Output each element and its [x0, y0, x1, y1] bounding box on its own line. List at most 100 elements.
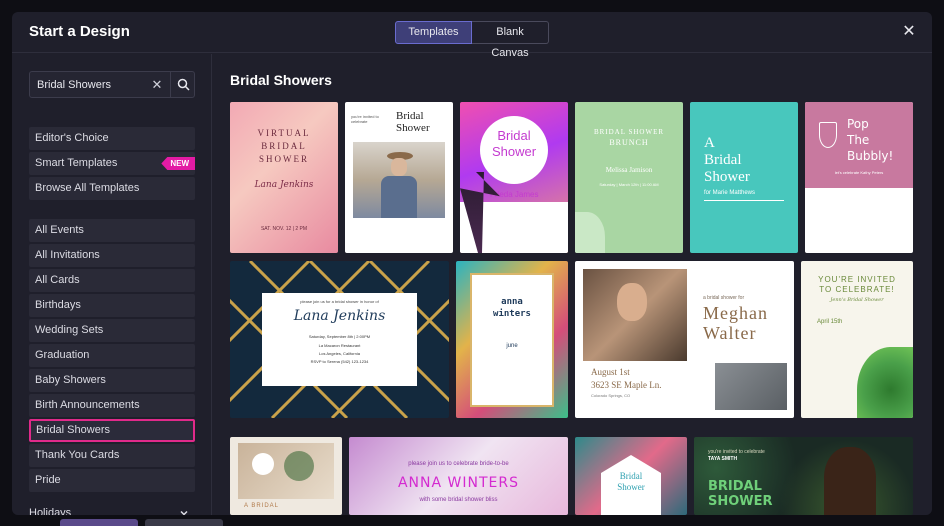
sidebar-item-label: Birthdays — [35, 299, 81, 311]
sidebar-item-label: Graduation — [35, 349, 90, 361]
card-heading: Shower — [491, 144, 537, 159]
card-heading: Shower — [396, 122, 430, 134]
card-heading: Walter — [703, 323, 757, 343]
card-date: june — [506, 343, 518, 349]
sidebar-item-birth-announcements[interactable]: Birth Announcements — [29, 394, 195, 417]
sidebar-item-bridal-showers[interactable]: Bridal Showers — [29, 419, 195, 442]
sidebar-item-graduation[interactable]: Graduation — [29, 344, 195, 367]
card-heading: Bridal — [497, 128, 531, 143]
search-input[interactable] — [30, 72, 148, 97]
template-card-pop-the-bubbly[interactable]: Pop The Bubbly! let's celebrate Kathy Pe… — [805, 102, 913, 253]
card-name: Melissa Jamison — [605, 166, 653, 174]
tab-blank-canvas[interactable]: Blank Canvas — [472, 21, 549, 59]
sidebar-item-label: Pride — [35, 474, 61, 486]
search-box: ✕ — [29, 71, 195, 98]
card-heading: The — [847, 133, 870, 147]
nav-group-categories: All Events All Invitations All Cards Bir… — [29, 219, 195, 494]
clear-search-icon[interactable]: ✕ — [150, 77, 164, 93]
template-card-anna-winters-floral[interactable]: anna winters june — [456, 261, 568, 418]
card-heading: YOU'RE INVITED — [818, 275, 896, 284]
card-heading: SHOWER — [259, 154, 309, 164]
template-card-anna-winters-watercolor[interactable]: please join us to celebrate bride-to-be … — [349, 437, 568, 515]
card-panel: please join us for a bridal shower in ho… — [262, 293, 417, 386]
face-shape — [391, 158, 407, 176]
background-tab — [60, 519, 138, 526]
card-rsvp: RSVP to Serena (542) 123-1234 — [310, 359, 369, 364]
card-heading: Shower — [617, 482, 645, 492]
template-card-bridal-shower-photo[interactable]: you're invited to celebrate Bridal Showe… — [345, 102, 453, 253]
card-name: Lana Jenkins — [293, 308, 386, 324]
sidebar-item-all-cards[interactable]: All Cards — [29, 269, 195, 292]
sidebar-item-browse-all[interactable]: Browse All Templates — [29, 177, 195, 200]
sidebar-item-baby-showers[interactable]: Baby Showers — [29, 369, 195, 392]
search-button[interactable] — [170, 72, 195, 97]
template-card-virtual-bridal-shower[interactable]: VIRTUAL BRIDAL SHOWER Lana Jenkins SAT. … — [230, 102, 338, 253]
close-icon[interactable]: ✕ — [900, 23, 918, 41]
card-name: for Marie Matthews — [704, 190, 756, 196]
sidebar-item-editors-choice[interactable]: Editor's Choice — [29, 127, 195, 150]
card-photo — [583, 269, 687, 361]
portrait-shape — [824, 447, 876, 515]
sidebar-section-holidays[interactable]: Holidays — [29, 507, 195, 515]
sidebar-item-label: All Cards — [35, 274, 80, 286]
template-card-lana-jenkins-lattice[interactable]: please join us for a bridal shower in ho… — [230, 261, 449, 418]
sidebar-item-label: Birth Announcements — [35, 399, 140, 411]
card-heading: Shower — [704, 169, 750, 185]
sidebar-item-birthdays[interactable]: Birthdays — [29, 294, 195, 317]
sidebar-item-label: Wedding Sets — [35, 324, 104, 336]
sidebar-item-label: All Invitations — [35, 249, 100, 261]
template-card-a-bridal-floral[interactable]: A BRIDAL — [230, 437, 342, 515]
card-heading: TO CELEBRATE! — [819, 285, 895, 294]
template-card-bridal-shower-brunch[interactable]: BRIDAL SHOWER BRUNCH Melissa Jamison Sat… — [575, 102, 683, 253]
template-card-bridal-shower-flamingo[interactable]: Bridal Shower — [575, 437, 687, 515]
template-card-taya-smith-bridal-shower[interactable]: you're invited to celebrate TAYA SMITH B… — [694, 437, 913, 515]
sidebar-item-label: Editor's Choice — [35, 132, 109, 144]
card-heading: BRIDAL — [708, 479, 762, 494]
card-address: 3623 SE Maple Ln. — [591, 380, 662, 390]
template-card-meghan-walter[interactable]: a bridal shower for Meghan Walter August… — [575, 261, 794, 418]
template-card-bridal-shower-palm[interactable]: Bridal Shower Frieda James — [460, 102, 568, 253]
card-heading: BRIDAL SHOWER — [593, 128, 665, 136]
card-heading: Bridal — [396, 110, 424, 122]
template-card-a-bridal-shower[interactable]: A Bridal Shower for Marie Matthews — [690, 102, 798, 253]
sidebar-item-all-invitations[interactable]: All Invitations — [29, 244, 195, 267]
sidebar-item-pride[interactable]: Pride — [29, 469, 195, 492]
card-photo — [238, 443, 334, 499]
card-heading: Bridal — [619, 471, 643, 481]
card-heading: VIRTUAL — [257, 128, 311, 138]
sidebar-item-label: Thank You Cards — [35, 449, 120, 461]
card-date: April 15th — [817, 319, 843, 325]
sidebar-item-thank-you-cards[interactable]: Thank You Cards — [29, 444, 195, 467]
sidebar-item-all-events[interactable]: All Events — [29, 219, 195, 242]
card-small-text: please join us for a bridal shower in ho… — [300, 299, 379, 304]
sidebar-item-label: Smart Templates — [35, 157, 118, 169]
card-divider — [704, 200, 784, 201]
mode-switch: Templates Blank Canvas — [395, 21, 549, 59]
card-city: Colorado Springs, CO — [591, 393, 631, 398]
leaf-decoration — [575, 212, 605, 253]
start-design-modal: Start a Design Templates Blank Canvas ✕ … — [12, 12, 932, 515]
card-heading: Meghan — [703, 303, 768, 323]
tab-templates[interactable]: Templates — [395, 21, 472, 44]
sidebar-item-label: All Events — [35, 224, 84, 236]
card-small-text: you're invited to celebrate — [708, 449, 765, 455]
card-name: TAYA SMITH — [708, 456, 738, 462]
card-heading: SHOWER — [708, 494, 773, 509]
card-heading: A — [704, 135, 715, 151]
card-date: Saturday | March 12th | 11:00 AM — [599, 182, 659, 187]
sidebar-item-smart-templates[interactable]: Smart Templates NEW — [29, 152, 195, 175]
sidebar-item-label: Baby Showers — [35, 374, 106, 386]
card-panel: anna winters june — [470, 273, 554, 407]
card-heading: BRIDAL — [261, 141, 307, 151]
card-name: ANNA WINTERS — [397, 475, 519, 491]
new-badge: NEW — [161, 157, 195, 170]
card-heading: BRUNCH — [609, 138, 649, 147]
sidebar-item-wedding-sets[interactable]: Wedding Sets — [29, 319, 195, 342]
card-date: SAT. NOV. 12 | 2 PM — [260, 226, 308, 232]
card-date: August 1st — [591, 367, 630, 377]
template-card-youre-invited-to-celebrate[interactable]: YOU'RE INVITED TO CELEBRATE! Jenn's Brid… — [801, 261, 913, 418]
sidebar: ✕ Editor's Choice Smart Templates NEW Bro… — [12, 54, 212, 515]
foliage-shape — [284, 451, 314, 481]
card-small-text: a bridal shower for — [703, 295, 745, 301]
holidays-label: Holidays — [29, 507, 72, 515]
